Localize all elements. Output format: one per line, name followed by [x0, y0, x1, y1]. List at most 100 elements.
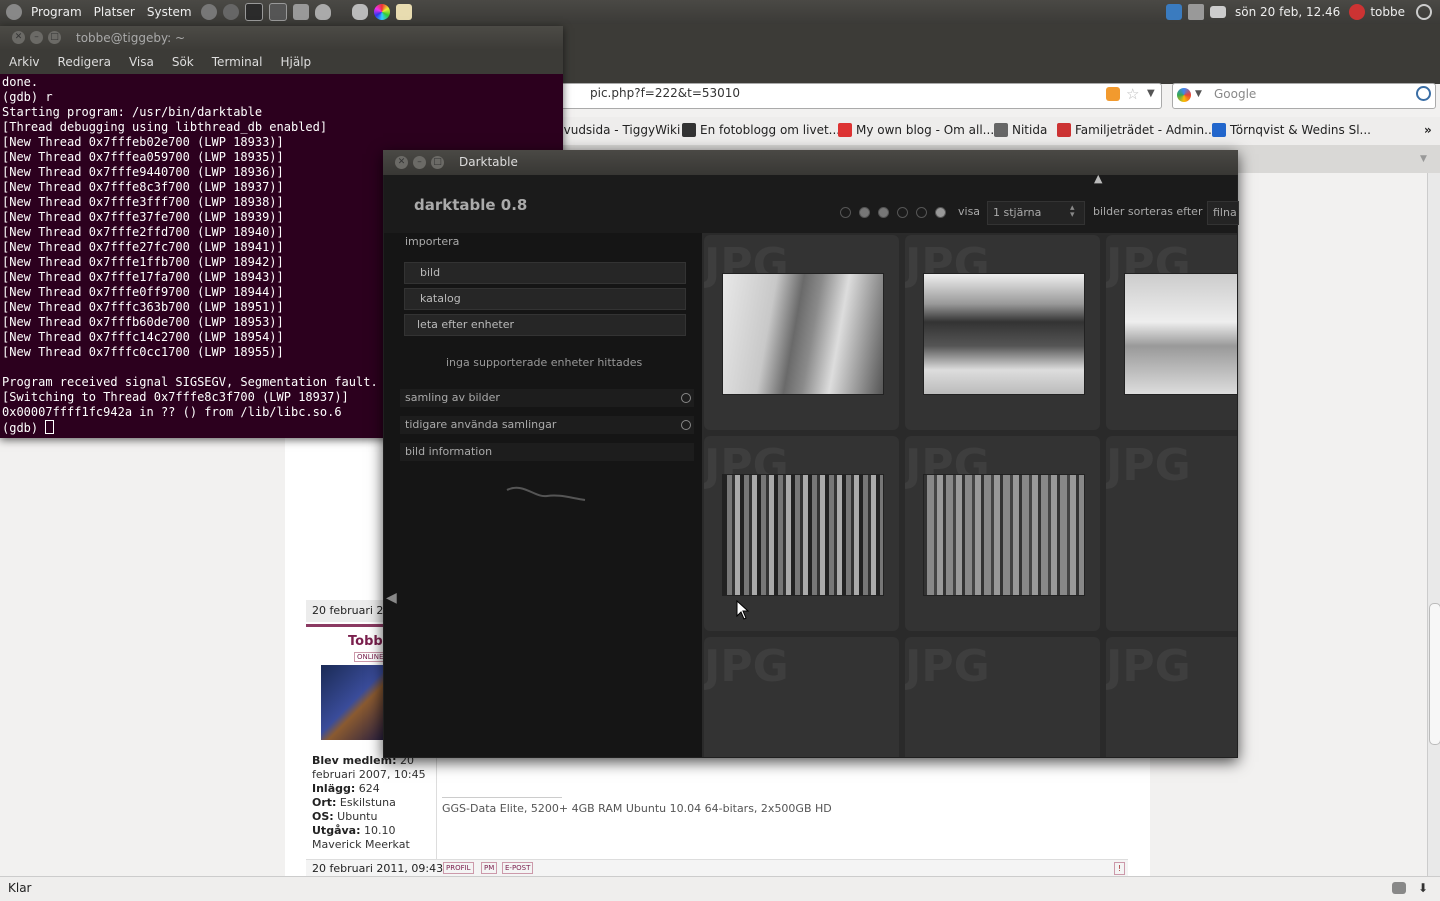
terminal-menu-visa[interactable]: Visa [120, 55, 163, 69]
import-folder-button[interactable]: katalog [404, 288, 686, 310]
thunderbird-launcher-icon[interactable] [222, 4, 239, 20]
rating-dot-4[interactable] [916, 207, 927, 218]
calculator-launcher-icon[interactable] [292, 4, 309, 20]
bookmark-tiggywiki[interactable]: uvudsida - TiggyWiki [556, 123, 680, 137]
thumbnail[interactable]: JPG [905, 235, 1100, 430]
terminal-menu-terminal[interactable]: Terminal [203, 55, 272, 69]
thumbnail[interactable]: JPG [1106, 637, 1237, 757]
terminal-titlebar[interactable]: ✕ – □ tobbe@tiggeby: ~ [0, 26, 563, 50]
rating-dot-0[interactable] [840, 207, 851, 218]
user-profile-info: Blev medlem: 20 februari 2007, 10:45 Inläg… [312, 754, 437, 852]
terminal-line: [New Thread 0x7fffeb02e700 (LWP 18933)] [2, 135, 284, 149]
panel-end-ornament-icon [506, 486, 586, 501]
network-icon[interactable] [1166, 4, 1183, 20]
sort-select[interactable]: filna [1207, 201, 1239, 225]
rating-dot-2[interactable] [878, 207, 889, 218]
volume-icon[interactable] [1188, 4, 1205, 20]
report-icon[interactable]: ! [1114, 862, 1125, 875]
power-icon[interactable] [1416, 4, 1432, 20]
collection-section[interactable]: samling av bilder [400, 389, 694, 407]
mail-icon[interactable] [1210, 6, 1227, 18]
recent-collections-section[interactable]: tidigare använda samlingar [400, 416, 694, 434]
rating-dot-1[interactable] [859, 207, 870, 218]
bookmark-own-blog[interactable]: My own blog - Om all... [838, 123, 994, 137]
pm-button[interactable]: PM [481, 862, 498, 874]
scan-devices-button[interactable]: leta efter enheter [404, 314, 686, 336]
terminal-maximize-icon[interactable]: □ [48, 31, 61, 44]
menu-system[interactable]: System [141, 5, 198, 19]
url-dropdown-icon[interactable]: ▼ [1147, 88, 1155, 99]
terminal-menubar: Arkiv Redigera Visa Sök Terminal Hjälp [0, 50, 563, 74]
collection-reset-icon[interactable] [681, 393, 691, 403]
terminal-menu-redigera[interactable]: Redigera [49, 55, 120, 69]
profile-label: Ort: [312, 796, 337, 809]
shield-launcher-icon[interactable] [314, 4, 331, 20]
search-box[interactable] [1172, 83, 1436, 109]
menu-program[interactable]: Program [25, 5, 88, 19]
darktable-minimize-icon[interactable]: – [413, 156, 426, 169]
email-button[interactable]: E-POST [502, 862, 534, 874]
rating-filter-select[interactable]: 1 stjärna ▴ ▾ [987, 201, 1085, 225]
thumbnail[interactable]: JPG [1106, 235, 1237, 430]
import-section-header[interactable]: importera [400, 233, 694, 251]
profile-row: Ort: Eskilstuna [312, 796, 437, 810]
monitor-launcher-icon[interactable] [268, 3, 287, 21]
user-status-icon[interactable] [1349, 4, 1366, 20]
recent-reset-icon[interactable] [681, 420, 691, 430]
thumbnail[interactable]: JPG [704, 637, 899, 757]
terminal-minimize-icon[interactable]: – [30, 31, 43, 44]
addon-icon[interactable] [1392, 882, 1406, 894]
color-wheel-launcher-icon[interactable] [373, 4, 390, 20]
clock[interactable]: sön 20 feb, 12.46 [1229, 5, 1346, 19]
bookmark-tornqvist[interactable]: Törnqvist & Wedins Sl... [1212, 123, 1371, 137]
bookmark-familjetradet[interactable]: Familjeträdet - Admin... [1057, 123, 1216, 137]
left-panel-collapse-icon[interactable]: ◀ [386, 590, 397, 606]
ubuntu-logo-icon[interactable] [6, 4, 22, 20]
top-panel-collapse-icon[interactable]: ▲ [1094, 172, 1102, 185]
menu-platser[interactable]: Platser [88, 5, 141, 19]
joomla-favicon-icon [1057, 123, 1071, 137]
terminal-menu-sok[interactable]: Sök [163, 55, 203, 69]
tab-list-icon[interactable]: ▼ [1420, 154, 1427, 164]
rss-icon[interactable] [1106, 87, 1120, 101]
thumbnail[interactable]: JPG [704, 235, 899, 430]
bookmark-fotoblogg[interactable]: En fotoblogg om livet... [682, 123, 840, 137]
terminal-launcher-icon[interactable] [244, 3, 263, 21]
bookmarks-overflow-button[interactable]: » [1424, 123, 1432, 137]
thumbnail[interactable]: JPG [1106, 436, 1237, 631]
profile-value: Ubuntu [333, 810, 378, 823]
darktable-close-icon[interactable]: ✕ [395, 156, 408, 169]
google-engine-icon[interactable] [1177, 88, 1191, 102]
profile-column-border [436, 754, 437, 859]
terminal-menu-hjalp[interactable]: Hjälp [271, 55, 320, 69]
user-avatar [321, 665, 383, 740]
profile-row: Inlägg: 624 [312, 782, 437, 796]
search-engine-dropdown-icon[interactable]: ▼ [1195, 89, 1202, 99]
rating-dot-3[interactable] [897, 207, 908, 218]
bookmark-nitida[interactable]: Nitida [994, 123, 1047, 137]
darktable-titlebar[interactable]: ✕ – □ Darktable [383, 150, 1238, 175]
rating-dot-5[interactable] [935, 207, 946, 218]
search-magnifier-icon[interactable] [1416, 86, 1431, 101]
star-icon[interactable]: ☆ [1126, 85, 1139, 103]
terminal-menu-arkiv[interactable]: Arkiv [0, 55, 49, 69]
thumbnail[interactable]: JPG [905, 637, 1100, 757]
thumbnail[interactable]: JPG [905, 436, 1100, 631]
user-name[interactable]: tobbe [1368, 5, 1413, 19]
firefox-launcher-icon[interactable] [200, 4, 217, 20]
jpg-watermark: JPG [905, 641, 990, 692]
scrollbar-thumb[interactable] [1429, 603, 1440, 745]
darktable-maximize-icon[interactable]: □ [431, 156, 444, 169]
bird-launcher-icon[interactable] [351, 4, 368, 20]
profile-row: Utgåva: 10.10 [312, 824, 437, 838]
signature-separator [442, 797, 562, 798]
import-image-button[interactable]: bild [404, 262, 686, 284]
page-scrollbar[interactable] [1427, 173, 1440, 876]
profile-value: 624 [355, 782, 380, 795]
terminal-close-icon[interactable]: ✕ [12, 31, 25, 44]
notes-launcher-icon[interactable] [395, 4, 412, 20]
image-information-section[interactable]: bild information [400, 443, 694, 461]
thumbnail[interactable]: JPG [704, 436, 899, 631]
profile-button[interactable]: PROFIL [443, 862, 474, 874]
download-icon[interactable]: ⬇ [1418, 881, 1428, 895]
